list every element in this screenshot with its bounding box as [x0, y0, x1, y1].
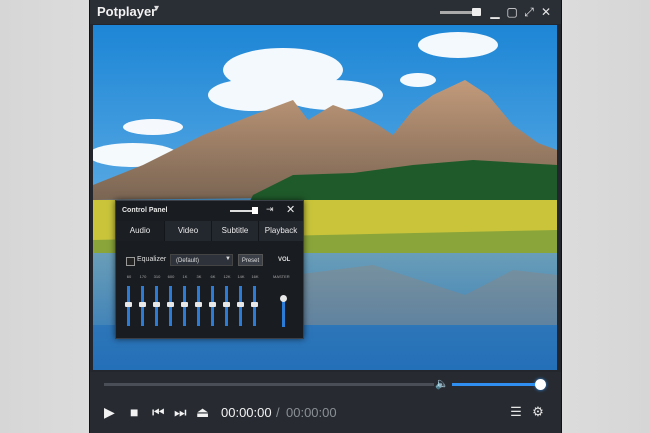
time-separator: / — [276, 405, 280, 420]
video-area[interactable]: Control Panel ⇥ ✕ Audio Video Subtitle P… — [93, 25, 557, 370]
band-label: 60 — [126, 274, 132, 279]
app-title[interactable]: Potplayer — [97, 4, 156, 19]
speaker-icon[interactable]: 🔈 — [435, 377, 449, 390]
band-slider-knob[interactable] — [153, 302, 160, 307]
fullscreen-icon[interactable]: ⤢ — [521, 4, 537, 20]
eject-icon[interactable]: ⏏ — [196, 404, 209, 420]
band-label: 310 — [153, 274, 161, 279]
control-panel-tabs: Audio Video Subtitle Playback — [116, 221, 303, 241]
volume-bar[interactable] — [452, 383, 540, 386]
potplayer-window: Potplayer ▾ ▁ ▢ ⤢ ✕ Control Panel ⇥ ✕ Au… — [89, 0, 562, 433]
minimize-icon[interactable]: ▁ — [487, 4, 503, 20]
band-slider-knob[interactable] — [181, 302, 188, 307]
gear-icon[interactable]: ⚙ — [530, 404, 546, 420]
preset-button[interactable]: Preset — [238, 254, 263, 266]
band-label: 12K — [223, 274, 231, 279]
chevron-down-icon[interactable]: ▼ — [225, 256, 231, 262]
caret-down-icon[interactable]: ▾ — [154, 3, 159, 14]
band-slider-knob[interactable] — [139, 302, 146, 307]
current-time: 00:00:00 — [221, 405, 272, 420]
tab-video[interactable]: Video — [165, 221, 212, 241]
preset-select[interactable]: (Default) — [170, 254, 233, 266]
close-icon[interactable]: ✕ — [538, 4, 554, 20]
equalizer-checkbox[interactable] — [126, 257, 135, 266]
seek-bar[interactable] — [104, 383, 434, 386]
band-label: 170 — [139, 274, 147, 279]
playlist-icon[interactable]: ☰ — [508, 404, 524, 420]
tab-audio[interactable]: Audio — [116, 221, 165, 241]
opacity-slider-track[interactable] — [440, 11, 476, 14]
next-icon[interactable]: ⏭ — [174, 404, 187, 420]
opacity-slider-knob[interactable] — [472, 8, 481, 16]
master-label: MASTER — [273, 274, 290, 279]
band-label: 600 — [167, 274, 175, 279]
stop-icon[interactable]: ■ — [130, 404, 138, 420]
band-label: 14K — [237, 274, 245, 279]
equalizer-label: Equalizer — [137, 256, 167, 263]
playback-controls: 🔈 ▶ ■ ⏮ ⏭ ⏏ 00:00:00 / 00:00:00 ☰ ⚙ — [90, 372, 561, 433]
tab-playback[interactable]: Playback — [259, 221, 303, 241]
maximize-icon[interactable]: ▢ — [504, 4, 520, 20]
band-label: 16K — [251, 274, 259, 279]
band-label: 6K — [210, 274, 216, 279]
control-panel-title: Control Panel — [122, 207, 168, 214]
band-label: 1K — [182, 274, 188, 279]
volume-knob[interactable] — [535, 379, 546, 390]
band-slider-knob[interactable] — [223, 302, 230, 307]
band-slider-knob[interactable] — [195, 302, 202, 307]
total-time: 00:00:00 — [286, 405, 337, 420]
tab-subtitle[interactable]: Subtitle — [212, 221, 259, 241]
close-icon[interactable]: ✕ — [286, 203, 295, 216]
control-panel[interactable]: Control Panel ⇥ ✕ Audio Video Subtitle P… — [115, 200, 304, 339]
band-slider-knob[interactable] — [251, 302, 258, 307]
band-slider-knob[interactable] — [125, 302, 132, 307]
pin-icon[interactable]: ⇥ — [266, 204, 274, 215]
vol-label: VOL — [278, 257, 291, 263]
master-volume-knob[interactable] — [280, 295, 287, 302]
play-icon[interactable]: ▶ — [104, 404, 115, 420]
panel-opacity-knob[interactable] — [252, 207, 258, 214]
title-bar[interactable]: Potplayer ▾ ▁ ▢ ⤢ ✕ — [90, 0, 561, 24]
band-slider-knob[interactable] — [209, 302, 216, 307]
band-label: 3K — [196, 274, 202, 279]
previous-icon[interactable]: ⏮ — [152, 404, 165, 420]
band-slider-knob[interactable] — [237, 302, 244, 307]
band-slider-knob[interactable] — [167, 302, 174, 307]
